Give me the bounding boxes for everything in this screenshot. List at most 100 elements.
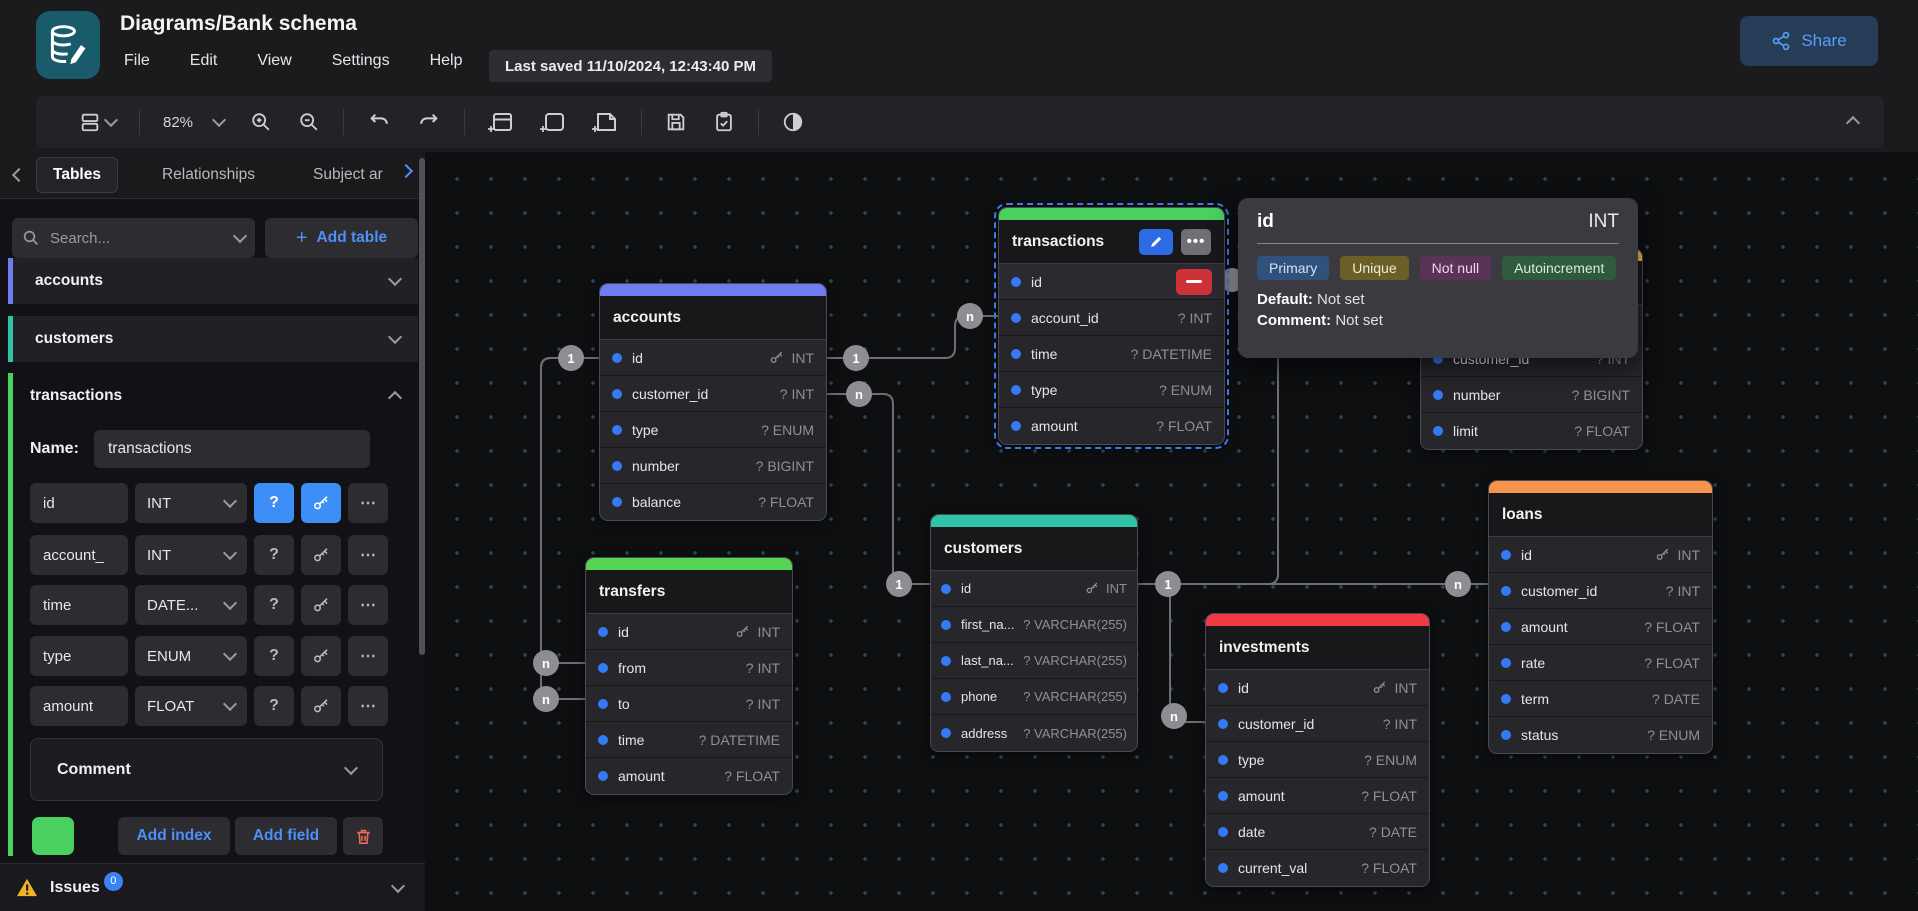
table-field-row[interactable]: type? ENUM bbox=[1206, 742, 1429, 778]
table-field-row[interactable]: current_val? FLOAT bbox=[1206, 850, 1429, 886]
primary-key-toggle[interactable] bbox=[301, 585, 341, 625]
table-field-row[interactable]: account_id? INT bbox=[999, 300, 1224, 336]
table-transactions[interactable]: transactions ••• id account_id? INT time… bbox=[998, 207, 1225, 445]
table-field-row[interactable]: last_na...? VARCHAR(255) bbox=[931, 643, 1137, 679]
tabs-scroll-left-icon[interactable] bbox=[12, 168, 26, 182]
table-field-row[interactable]: time? DATETIME bbox=[999, 336, 1224, 372]
field-more-button[interactable]: ⋯ bbox=[348, 535, 388, 575]
add-area-toolbar-button[interactable] bbox=[540, 110, 566, 134]
field-more-button[interactable]: ⋯ bbox=[348, 585, 388, 625]
add-table-toolbar-button[interactable] bbox=[488, 110, 514, 134]
menu-settings[interactable]: Settings bbox=[332, 52, 390, 70]
issues-bar[interactable]: Issues 0 bbox=[0, 863, 425, 911]
tabs-scroll-right-icon[interactable] bbox=[399, 164, 413, 178]
table-field-row[interactable]: customer_id? INT bbox=[1489, 573, 1712, 609]
add-index-button[interactable]: Add index bbox=[118, 817, 230, 855]
zoom-in-button[interactable] bbox=[250, 111, 272, 133]
field-more-button[interactable]: ⋯ bbox=[348, 636, 388, 676]
nullable-toggle[interactable]: ? bbox=[254, 585, 294, 625]
zoom-level-dropdown[interactable]: 82% bbox=[163, 114, 224, 131]
accordion-transactions[interactable]: transactions bbox=[8, 373, 418, 419]
table-field-row[interactable]: idINT bbox=[586, 614, 792, 650]
menu-file[interactable]: File bbox=[124, 52, 150, 70]
table-name-input[interactable] bbox=[94, 430, 370, 468]
primary-key-toggle[interactable] bbox=[301, 636, 341, 676]
field-more-button[interactable]: ⋯ bbox=[348, 686, 388, 726]
tab-tables[interactable]: Tables bbox=[36, 157, 118, 193]
field-name-input[interactable]: type bbox=[30, 636, 128, 676]
table-search[interactable] bbox=[12, 218, 255, 258]
table-field-row[interactable]: customer_id? INT bbox=[1206, 706, 1429, 742]
table-field-row[interactable]: type? ENUM bbox=[600, 412, 826, 448]
accordion-customers[interactable]: customers bbox=[8, 316, 418, 362]
table-field-row[interactable]: balance? FLOAT bbox=[600, 484, 826, 520]
field-type-dropdown[interactable]: DATE... bbox=[135, 585, 247, 625]
table-field-row[interactable]: address? VARCHAR(255) bbox=[931, 715, 1137, 751]
tab-relationships[interactable]: Relationships bbox=[152, 166, 265, 184]
table-field-row[interactable]: limit? FLOAT bbox=[1421, 413, 1642, 449]
table-customers[interactable]: customers idINT first_na...? VARCHAR(255… bbox=[930, 514, 1138, 752]
field-type-dropdown[interactable]: ENUM bbox=[135, 636, 247, 676]
delete-field-button[interactable] bbox=[1176, 269, 1212, 295]
field-name-input[interactable]: amount bbox=[30, 686, 128, 726]
undo-button[interactable] bbox=[367, 111, 391, 133]
table-field-row[interactable]: idINT bbox=[600, 340, 826, 376]
table-field-row[interactable]: type? ENUM bbox=[999, 372, 1224, 408]
redo-button[interactable] bbox=[417, 111, 441, 133]
table-field-row[interactable]: first_na...? VARCHAR(255) bbox=[931, 607, 1137, 643]
nullable-toggle[interactable]: ? bbox=[254, 483, 294, 523]
diagram-canvas[interactable]: 1 n n 1 1 n n 1 n n accounts idINT custo… bbox=[425, 152, 1918, 911]
app-logo[interactable] bbox=[36, 11, 100, 79]
menu-edit[interactable]: Edit bbox=[190, 52, 218, 70]
table-field-row[interactable]: idINT bbox=[1206, 670, 1429, 706]
zoom-out-button[interactable] bbox=[298, 111, 320, 133]
add-note-toolbar-button[interactable] bbox=[592, 110, 618, 134]
primary-key-toggle[interactable] bbox=[301, 686, 341, 726]
tab-subject-areas[interactable]: Subject ar bbox=[303, 166, 387, 184]
table-color-swatch[interactable] bbox=[32, 817, 74, 855]
edit-table-button[interactable] bbox=[1139, 229, 1173, 255]
field-more-button[interactable]: ⋯ bbox=[348, 483, 388, 523]
table-field-row[interactable]: amount? FLOAT bbox=[1206, 778, 1429, 814]
table-accounts[interactable]: accounts idINT customer_id? INT type? EN… bbox=[599, 283, 827, 521]
search-input[interactable] bbox=[48, 229, 202, 248]
menu-view[interactable]: View bbox=[257, 52, 291, 70]
theme-toggle-button[interactable] bbox=[782, 111, 804, 133]
table-field-row[interactable]: amount? FLOAT bbox=[999, 408, 1224, 444]
nullable-toggle[interactable]: ? bbox=[254, 636, 294, 676]
table-field-row[interactable]: amount? FLOAT bbox=[586, 758, 792, 794]
table-field-row[interactable]: idINT bbox=[931, 571, 1137, 607]
field-type-dropdown[interactable]: INT bbox=[135, 483, 247, 523]
table-field-row[interactable]: number? BIGINT bbox=[1421, 377, 1642, 413]
primary-key-toggle[interactable] bbox=[301, 483, 341, 523]
comment-section[interactable]: Comment bbox=[30, 738, 383, 801]
accordion-accounts[interactable]: accounts bbox=[8, 258, 418, 304]
delete-table-button[interactable] bbox=[343, 817, 383, 855]
nullable-toggle[interactable]: ? bbox=[254, 535, 294, 575]
table-field-row[interactable]: from? INT bbox=[586, 650, 792, 686]
table-field-row[interactable]: customer_id? INT bbox=[600, 376, 826, 412]
field-name-input[interactable]: time bbox=[30, 585, 128, 625]
field-type-dropdown[interactable]: FLOAT bbox=[135, 686, 247, 726]
field-name-input[interactable]: id bbox=[30, 483, 128, 523]
table-field-row[interactable]: status? ENUM bbox=[1489, 717, 1712, 753]
nullable-toggle[interactable]: ? bbox=[254, 686, 294, 726]
table-transfers[interactable]: transfers idINT from? INT to? INT time? … bbox=[585, 557, 793, 795]
diagram-menu-button[interactable] bbox=[79, 111, 116, 133]
menu-help[interactable]: Help bbox=[430, 52, 463, 70]
table-field-row[interactable]: date? DATE bbox=[1206, 814, 1429, 850]
todo-button[interactable] bbox=[713, 111, 735, 133]
add-field-button[interactable]: Add field bbox=[235, 817, 337, 855]
table-field-row[interactable]: amount? FLOAT bbox=[1489, 609, 1712, 645]
table-field-row[interactable]: phone? VARCHAR(255) bbox=[931, 679, 1137, 715]
table-investments[interactable]: investments idINT customer_id? INT type?… bbox=[1205, 613, 1430, 887]
table-more-button[interactable]: ••• bbox=[1181, 229, 1211, 255]
add-table-button[interactable]: + Add table bbox=[265, 218, 418, 258]
table-field-row[interactable]: to? INT bbox=[586, 686, 792, 722]
table-field-row[interactable]: rate? FLOAT bbox=[1489, 645, 1712, 681]
table-loans[interactable]: loans idINT customer_id? INT amount? FLO… bbox=[1488, 480, 1713, 754]
table-field-row[interactable]: idINT bbox=[1489, 537, 1712, 573]
field-type-dropdown[interactable]: INT bbox=[135, 535, 247, 575]
primary-key-toggle[interactable] bbox=[301, 535, 341, 575]
table-field-row[interactable]: number? BIGINT bbox=[600, 448, 826, 484]
